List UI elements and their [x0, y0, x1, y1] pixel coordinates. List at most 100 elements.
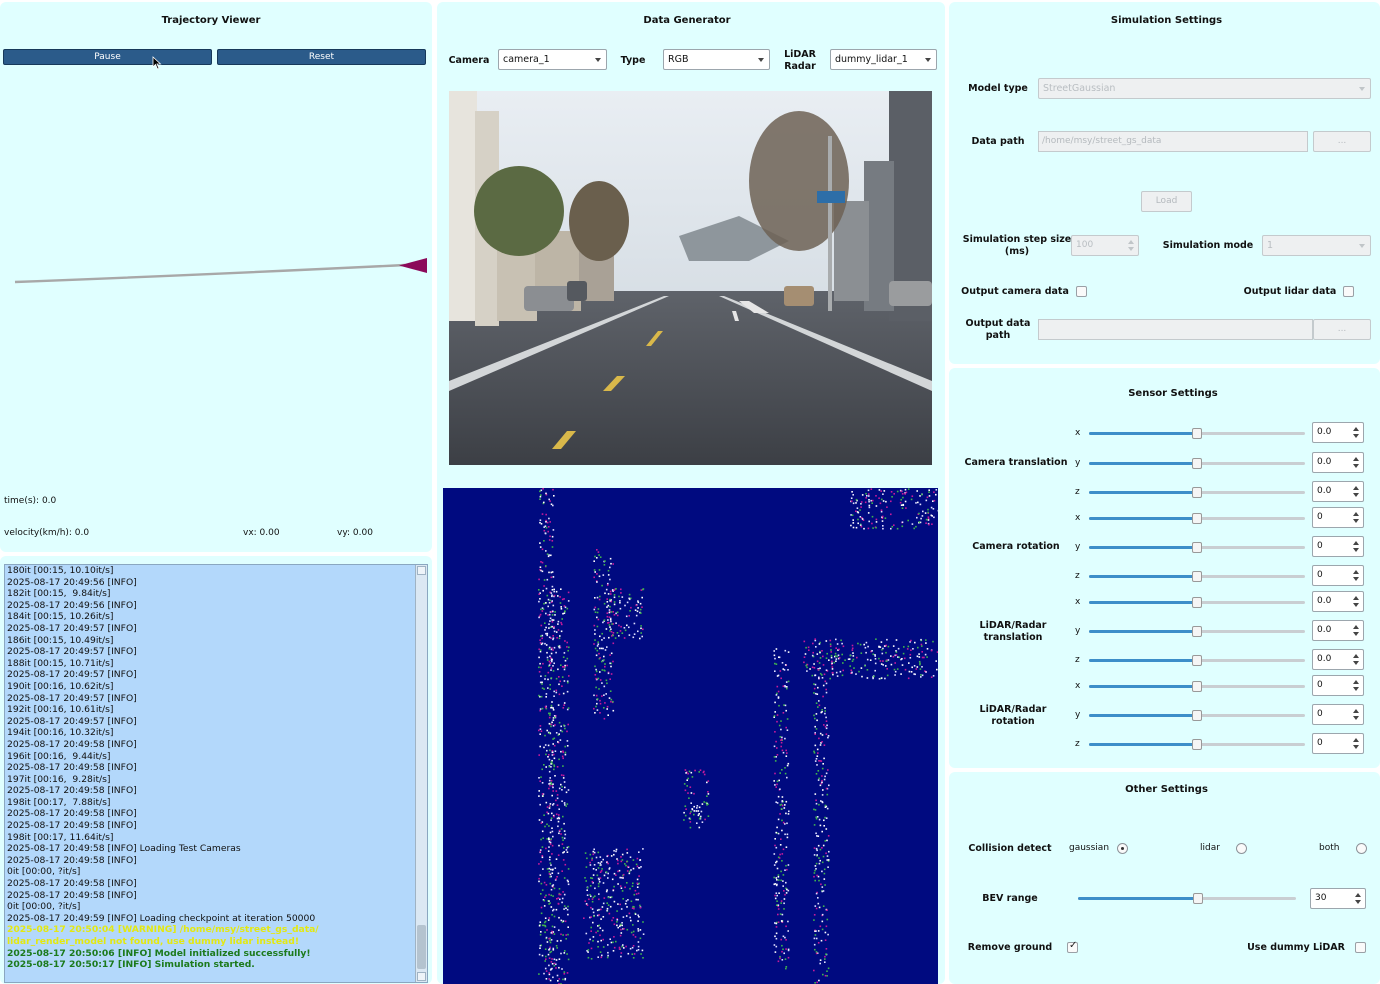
- collision-option-lidar[interactable]: lidar: [1200, 843, 1220, 853]
- spin-up-icon[interactable]: [1353, 654, 1359, 658]
- collision-option-gaussian[interactable]: gaussian: [1069, 843, 1109, 853]
- spin-down-icon[interactable]: [1353, 434, 1359, 438]
- spin-down-icon[interactable]: [1353, 603, 1359, 607]
- log-console[interactable]: 180it [00:15, 10.10it/s] 2025-08-17 20:49…: [4, 564, 428, 983]
- output-camera-checkbox[interactable]: [1076, 286, 1087, 297]
- sensor-value-spinbox[interactable]: 0.0: [1312, 452, 1364, 473]
- spin-down-icon[interactable]: [1353, 577, 1359, 581]
- output-lidar-checkbox[interactable]: [1343, 286, 1354, 297]
- sensor-value-spinbox[interactable]: 0: [1312, 733, 1364, 754]
- spin-down-icon[interactable]: [1128, 247, 1134, 251]
- sensor-slider-handle[interactable]: [1192, 571, 1202, 582]
- sensor-slider-handle[interactable]: [1192, 487, 1202, 498]
- log-line: 2025-08-17 20:50:04 [WARNING] /home/msy/…: [7, 924, 319, 936]
- lidar-select[interactable]: dummy_lidar_1: [830, 49, 937, 70]
- collision-radio-gaussian[interactable]: [1117, 843, 1128, 854]
- axis-label: x: [1075, 597, 1081, 607]
- spin-down-icon[interactable]: [1353, 519, 1359, 523]
- sensor-slider[interactable]: [1089, 626, 1305, 637]
- camera-select[interactable]: camera_1: [498, 49, 607, 70]
- sensor-slider[interactable]: [1089, 739, 1305, 750]
- spin-up-icon[interactable]: [1353, 457, 1359, 461]
- spin-up-icon[interactable]: [1353, 486, 1359, 490]
- spin-down-icon[interactable]: [1353, 493, 1359, 497]
- sensor-value-spinbox[interactable]: 0: [1312, 507, 1364, 528]
- sensor-value-spinbox[interactable]: 0.0: [1312, 649, 1364, 670]
- spin-down-icon[interactable]: [1353, 548, 1359, 552]
- sensor-slider[interactable]: [1089, 655, 1305, 666]
- sensor-slider-handle[interactable]: [1192, 626, 1202, 637]
- spin-up-icon[interactable]: [1353, 541, 1359, 545]
- spin-down-icon[interactable]: [1353, 661, 1359, 665]
- spin-down-icon[interactable]: [1353, 745, 1359, 749]
- spin-up-icon[interactable]: [1353, 427, 1359, 431]
- sensor-value-spinbox[interactable]: 0: [1312, 536, 1364, 557]
- sensor-slider-handle[interactable]: [1192, 458, 1202, 469]
- spin-down-icon[interactable]: [1353, 716, 1359, 720]
- sensor-slider[interactable]: [1089, 681, 1305, 692]
- output-path-browse-button[interactable]: ...: [1313, 319, 1371, 340]
- data-path-input[interactable]: /home/msy/street_gs_data: [1038, 131, 1308, 152]
- bev-range-value: 30: [1315, 893, 1327, 903]
- sensor-slider-handle[interactable]: [1192, 710, 1202, 721]
- sensor-slider-handle[interactable]: [1192, 655, 1202, 666]
- pause-button[interactable]: Pause: [3, 49, 212, 65]
- sensor-slider-handle[interactable]: [1192, 513, 1202, 524]
- sensor-value-spinbox[interactable]: 0: [1312, 565, 1364, 586]
- spin-up-icon[interactable]: [1353, 738, 1359, 742]
- sensor-slider-handle[interactable]: [1192, 681, 1202, 692]
- spin-up-icon[interactable]: [1128, 240, 1134, 244]
- spin-down-icon[interactable]: [1353, 687, 1359, 691]
- sensor-slider[interactable]: [1089, 571, 1305, 582]
- model-type-select[interactable]: StreetGaussian: [1038, 78, 1371, 99]
- scroll-down-icon[interactable]: [417, 972, 426, 981]
- sensor-slider[interactable]: [1089, 597, 1305, 608]
- sensor-slider-handle[interactable]: [1192, 739, 1202, 750]
- output-path-input[interactable]: [1038, 319, 1313, 340]
- reset-button[interactable]: Reset: [217, 49, 426, 65]
- use-dummy-lidar-checkbox[interactable]: [1355, 942, 1366, 953]
- spin-down-icon[interactable]: [1353, 632, 1359, 636]
- sensor-slider[interactable]: [1089, 458, 1305, 469]
- spin-up-icon[interactable]: [1353, 625, 1359, 629]
- sensor-slider-handle[interactable]: [1192, 542, 1202, 553]
- spin-down-icon[interactable]: [1353, 464, 1359, 468]
- collision-radio-both[interactable]: [1356, 843, 1367, 854]
- remove-ground-checkbox[interactable]: [1067, 940, 1078, 953]
- spin-up-icon[interactable]: [1353, 680, 1359, 684]
- log-line: 2025-08-17 20:49:56 [INFO]: [7, 599, 137, 611]
- bev-range-slider-handle[interactable]: [1192, 893, 1203, 904]
- sensor-value-spinbox[interactable]: 0: [1312, 675, 1364, 696]
- simulation-mode-select[interactable]: 1: [1262, 235, 1371, 256]
- sensor-slider-handle[interactable]: [1192, 597, 1202, 608]
- spin-up-icon[interactable]: [1355, 893, 1361, 897]
- spin-down-icon[interactable]: [1355, 900, 1361, 904]
- sensor-slider[interactable]: [1089, 428, 1305, 439]
- sensor-slider[interactable]: [1089, 513, 1305, 524]
- load-button[interactable]: Load: [1141, 191, 1192, 212]
- log-scrollbar-thumb[interactable]: [417, 925, 426, 969]
- spin-up-icon[interactable]: [1353, 596, 1359, 600]
- bev-range-spinbox[interactable]: 30: [1310, 888, 1366, 909]
- sensor-value-spinbox[interactable]: 0.0: [1312, 481, 1364, 502]
- data-path-browse-button[interactable]: ...: [1313, 131, 1371, 152]
- sensor-slider-handle[interactable]: [1192, 428, 1202, 439]
- spin-up-icon[interactable]: [1353, 570, 1359, 574]
- scroll-up-icon[interactable]: [417, 566, 426, 575]
- collision-option-both[interactable]: both: [1319, 843, 1339, 853]
- sensor-slider[interactable]: [1089, 710, 1305, 721]
- sensor-value-spinbox[interactable]: 0.0: [1312, 620, 1364, 641]
- sensor-value-spinbox[interactable]: 0.0: [1312, 422, 1364, 443]
- collision-radio-lidar[interactable]: [1236, 843, 1247, 854]
- chevron-down-icon: [595, 58, 601, 62]
- sensor-slider[interactable]: [1089, 487, 1305, 498]
- sensor-slider[interactable]: [1089, 542, 1305, 553]
- type-select[interactable]: RGB: [663, 49, 770, 70]
- step-size-spinbox[interactable]: 100: [1071, 235, 1139, 256]
- spin-up-icon[interactable]: [1353, 709, 1359, 713]
- sensor-value-spinbox[interactable]: 0.0: [1312, 591, 1364, 612]
- sensor-value-spinbox[interactable]: 0: [1312, 704, 1364, 725]
- bev-range-slider[interactable]: [1078, 893, 1296, 904]
- log-scrollbar[interactable]: [415, 565, 427, 982]
- spin-up-icon[interactable]: [1353, 512, 1359, 516]
